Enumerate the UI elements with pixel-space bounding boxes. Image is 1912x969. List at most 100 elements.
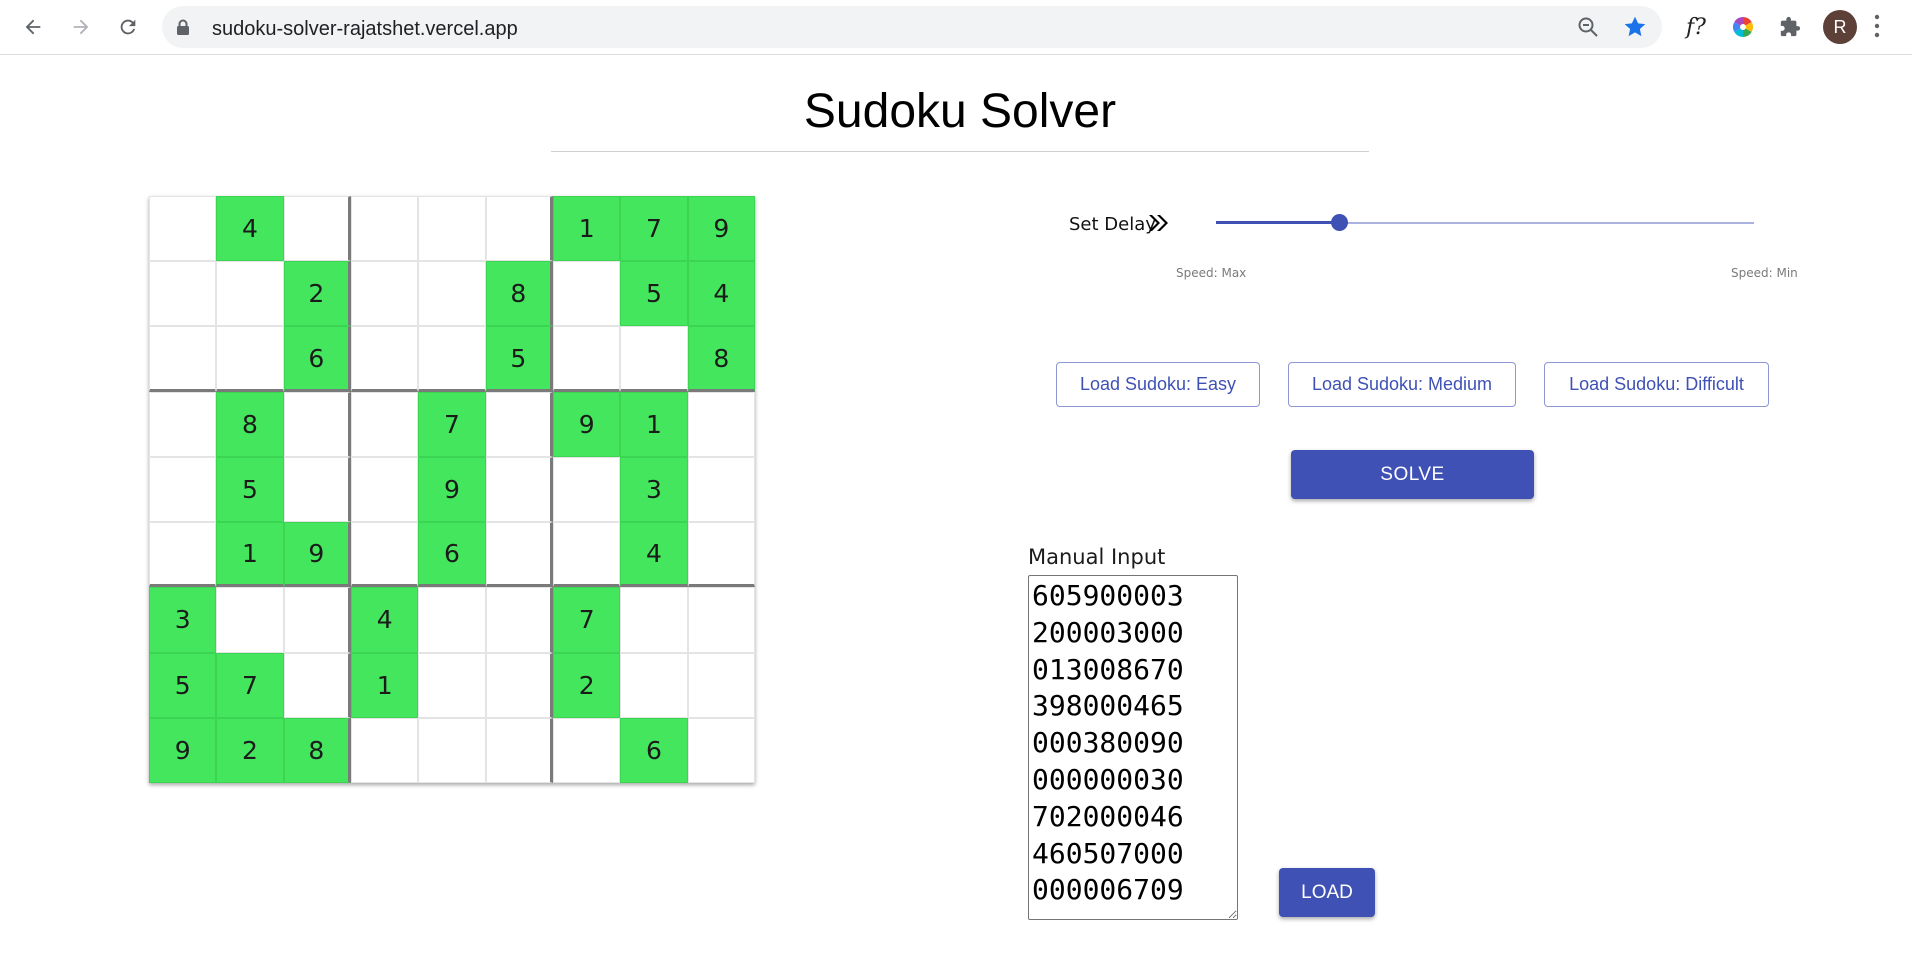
sudoku-cell[interactable]: 1 [553, 196, 621, 262]
sudoku-cell[interactable] [351, 522, 419, 588]
sudoku-cell[interactable]: 5 [485, 326, 553, 392]
forward-button[interactable] [64, 10, 98, 44]
sudoku-cell[interactable] [485, 587, 553, 653]
sudoku-cell[interactable]: 1 [216, 522, 284, 588]
sudoku-cell[interactable]: 9 [149, 717, 217, 783]
sudoku-cell[interactable] [620, 652, 688, 718]
sudoku-cell[interactable] [620, 587, 688, 653]
sudoku-cell[interactable]: 5 [216, 456, 284, 523]
sudoku-cell[interactable] [485, 652, 553, 718]
sudoku-cell[interactable]: 8 [283, 717, 351, 783]
sudoku-cell[interactable] [687, 717, 755, 783]
sudoku-cell[interactable] [553, 456, 621, 523]
sudoku-cell[interactable] [553, 522, 621, 588]
sudoku-cell[interactable]: 9 [687, 196, 755, 262]
address-bar[interactable]: sudoku-solver-rajatshet.vercel.app [162, 6, 1662, 48]
sudoku-cell[interactable] [418, 717, 486, 783]
sudoku-cell[interactable] [216, 261, 284, 327]
sudoku-cell[interactable]: 2 [553, 652, 621, 718]
zoom-out-icon[interactable] [1576, 15, 1600, 39]
sudoku-cell[interactable] [216, 587, 284, 653]
sudoku-cell[interactable] [687, 391, 755, 457]
sudoku-cell[interactable]: 2 [283, 261, 351, 327]
load-button[interactable]: LOAD [1279, 868, 1375, 917]
sudoku-cell[interactable] [351, 717, 419, 783]
sudoku-cell[interactable]: 6 [418, 522, 486, 588]
sudoku-cell[interactable] [485, 391, 553, 457]
sudoku-cell[interactable] [418, 196, 486, 262]
sudoku-cell[interactable] [553, 326, 621, 392]
sudoku-cell[interactable]: 1 [351, 652, 419, 718]
sudoku-cell[interactable]: 7 [216, 652, 284, 718]
sudoku-cell[interactable] [687, 587, 755, 653]
sudoku-cell[interactable] [283, 391, 351, 457]
sudoku-cell[interactable] [283, 456, 351, 523]
sudoku-cell[interactable] [149, 522, 217, 588]
profile-avatar[interactable]: R [1823, 10, 1857, 44]
sudoku-cell[interactable]: 4 [620, 522, 688, 588]
back-button[interactable] [16, 10, 50, 44]
sudoku-cell[interactable]: 6 [283, 326, 351, 392]
sudoku-cell[interactable]: 5 [620, 261, 688, 327]
more-menu-icon[interactable] [1873, 12, 1881, 40]
sudoku-cell[interactable]: 4 [351, 587, 419, 653]
sudoku-cell[interactable] [687, 652, 755, 718]
sudoku-cell[interactable] [418, 326, 486, 392]
sudoku-cell[interactable]: 7 [418, 391, 486, 457]
sudoku-cell[interactable]: 7 [620, 196, 688, 262]
sudoku-cell[interactable] [149, 196, 217, 262]
sudoku-cell[interactable] [485, 717, 553, 783]
sudoku-cell[interactable] [283, 652, 351, 718]
sudoku-cell[interactable]: 2 [216, 717, 284, 783]
sudoku-cell[interactable]: 8 [485, 261, 553, 327]
sudoku-cell[interactable]: 6 [620, 717, 688, 783]
sudoku-cell[interactable] [553, 717, 621, 783]
sudoku-cell[interactable] [351, 326, 419, 392]
extensions-button[interactable] [1774, 11, 1806, 43]
sudoku-cell[interactable]: 1 [620, 391, 688, 457]
sudoku-cell[interactable]: 8 [216, 391, 284, 457]
sudoku-cell[interactable] [687, 456, 755, 523]
sudoku-cell[interactable]: 9 [553, 391, 621, 457]
sudoku-cell[interactable]: 5 [149, 652, 217, 718]
load-difficult-button[interactable]: Load Sudoku: Difficult [1544, 362, 1769, 407]
sudoku-cell[interactable]: 4 [687, 261, 755, 327]
sudoku-cell[interactable] [418, 652, 486, 718]
sudoku-cell[interactable] [418, 261, 486, 327]
sudoku-cell[interactable]: 4 [216, 196, 284, 262]
sudoku-cell[interactable] [351, 391, 419, 457]
sudoku-cell[interactable] [553, 261, 621, 327]
sudoku-cell[interactable] [620, 326, 688, 392]
sudoku-cell[interactable] [351, 456, 419, 523]
delay-slider-thumb[interactable] [1331, 214, 1349, 231]
sudoku-cell[interactable] [351, 196, 419, 262]
sudoku-cell[interactable]: 8 [687, 326, 755, 392]
sudoku-cell[interactable] [418, 587, 486, 653]
sudoku-cell[interactable]: 9 [418, 456, 486, 523]
reload-button[interactable] [111, 10, 145, 44]
color-picker-extension-button[interactable] [1727, 11, 1759, 43]
sudoku-cell[interactable]: 3 [149, 587, 217, 653]
sudoku-cell[interactable]: 9 [283, 522, 351, 588]
sudoku-cell[interactable] [485, 456, 553, 523]
sudoku-cell[interactable] [149, 326, 217, 392]
manual-input-textarea[interactable] [1028, 575, 1238, 920]
load-easy-button[interactable]: Load Sudoku: Easy [1056, 362, 1260, 407]
bookmark-star-icon[interactable] [1622, 14, 1648, 40]
sudoku-cell[interactable] [216, 326, 284, 392]
fx-extension-button[interactable]: f? [1680, 11, 1712, 43]
sudoku-cell[interactable] [283, 587, 351, 653]
sudoku-cell[interactable] [283, 196, 351, 262]
sudoku-cell[interactable] [351, 261, 419, 327]
sudoku-cell[interactable]: 3 [620, 456, 688, 523]
sudoku-cell[interactable] [485, 196, 553, 262]
sudoku-cell[interactable] [687, 522, 755, 588]
sudoku-cell[interactable]: 7 [553, 587, 621, 653]
sudoku-cell[interactable] [149, 261, 217, 327]
manual-input-label: Manual Input [1028, 545, 1166, 569]
sudoku-cell[interactable] [149, 456, 217, 523]
load-medium-button[interactable]: Load Sudoku: Medium [1288, 362, 1516, 407]
sudoku-cell[interactable] [485, 522, 553, 588]
sudoku-cell[interactable] [149, 391, 217, 457]
solve-button[interactable]: SOLVE [1291, 450, 1534, 499]
